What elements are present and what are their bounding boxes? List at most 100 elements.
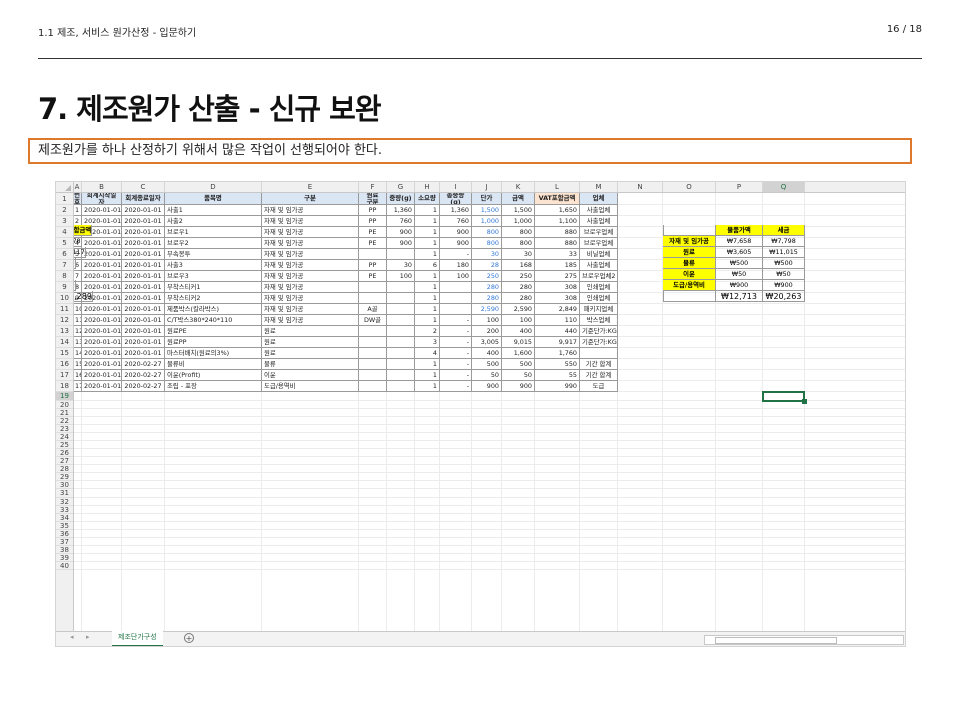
row-header-36[interactable]: 36 (56, 530, 73, 538)
table-cell[interactable]: 50 (502, 370, 535, 381)
summary-header-cell[interactable]: 물품가액 (716, 225, 763, 236)
row-header-7[interactable]: 7 (56, 260, 73, 271)
summary-total-cell[interactable]: ₩20,263 (763, 291, 805, 302)
table-cell[interactable]: 2020-01-01 (122, 238, 165, 249)
column-header-G[interactable]: G (387, 182, 415, 192)
table-cell[interactable]: 4 (415, 348, 440, 359)
table-cell[interactable] (359, 249, 387, 260)
table-cell[interactable]: 400 (472, 348, 502, 359)
table-cell[interactable]: 13 (73, 337, 82, 348)
row-header-13[interactable]: 13 (56, 326, 73, 337)
table-cell[interactable]: 900 (472, 381, 502, 392)
table-cell[interactable]: 9,917 (535, 337, 580, 348)
table-cell[interactable]: 사출3 (165, 260, 262, 271)
table-cell[interactable]: 800 (502, 238, 535, 249)
table-cell[interactable]: 1 (73, 205, 82, 216)
table-cell[interactable]: 자재 및 임가공 (262, 227, 359, 238)
column-header-M[interactable]: M (580, 182, 618, 192)
table-cell[interactable]: 2020-01-01 (122, 227, 165, 238)
row-header-18[interactable]: 18 (56, 381, 73, 392)
table-cell[interactable]: 1,000 (472, 216, 502, 227)
row-header-2[interactable]: 2 (56, 205, 73, 216)
table-cell[interactable]: 브로우업체2 (580, 271, 618, 282)
row-header-35[interactable]: 35 (56, 522, 73, 530)
table-cell[interactable]: 1 (415, 293, 440, 304)
table-cell[interactable]: 자재 및 임가공 (262, 216, 359, 227)
row-header-24[interactable]: 24 (56, 433, 73, 441)
table-cell[interactable]: 2020-01-01 (122, 216, 165, 227)
table-cell[interactable]: 2020-01-01 (122, 326, 165, 337)
table-cell[interactable]: 1 (415, 216, 440, 227)
table-cell[interactable]: 2020-01-01 (82, 337, 122, 348)
table-cell[interactable]: 자재 및 임가공 (262, 238, 359, 249)
row-header-9[interactable]: 9 (56, 282, 73, 293)
table-cell[interactable]: 1 (415, 205, 440, 216)
table-cell[interactable]: 이윤(Profit) (165, 370, 262, 381)
table-cell[interactable]: 440 (535, 326, 580, 337)
column-header-N[interactable]: N (618, 182, 663, 192)
table-header-cell[interactable]: 원료 구분 (359, 193, 387, 205)
row-header-1[interactable]: 1 (56, 193, 73, 205)
column-header-E[interactable]: E (262, 182, 359, 192)
table-cell[interactable] (359, 293, 387, 304)
row-header-20[interactable]: 20 (56, 401, 73, 409)
row-header-30[interactable]: 30 (56, 481, 73, 489)
row-header-40[interactable]: 40 (56, 562, 73, 570)
table-cell[interactable]: PP (359, 260, 387, 271)
table-cell[interactable]: 28 (472, 260, 502, 271)
table-cell[interactable]: 2020-01-01 (82, 370, 122, 381)
table-cell[interactable]: 자재 및 임가공 (262, 205, 359, 216)
table-cell[interactable]: 2 (415, 326, 440, 337)
table-cell[interactable]: 브로우2 (165, 238, 262, 249)
table-cell[interactable]: 자재 및 임가공 (262, 282, 359, 293)
table-cell[interactable]: 인쇄업체 (580, 293, 618, 304)
table-cell[interactable]: PE (359, 227, 387, 238)
table-cell[interactable]: PE (359, 271, 387, 282)
table-header-cell[interactable]: 금액 (502, 193, 535, 205)
table-cell[interactable]: 2020-01-01 (122, 337, 165, 348)
table-cell[interactable]: 275 (535, 271, 580, 282)
column-header-P[interactable]: P (716, 182, 763, 192)
table-cell[interactable]: 1 (415, 227, 440, 238)
table-cell[interactable]: 2020-01-01 (122, 205, 165, 216)
table-cell[interactable]: 2020-01-01 (82, 260, 122, 271)
row-header-23[interactable]: 23 (56, 425, 73, 433)
table-cell[interactable]: 100 (502, 315, 535, 326)
table-cell[interactable]: 180 (440, 260, 472, 271)
row-header-29[interactable]: 29 (56, 473, 73, 481)
table-cell[interactable]: 2020-01-01 (122, 348, 165, 359)
table-cell[interactable]: 900 (387, 227, 415, 238)
table-cell[interactable]: 30 (387, 260, 415, 271)
summary-value-cell[interactable]: ₩500 (763, 258, 805, 269)
row-header-28[interactable]: 28 (56, 465, 73, 473)
row-header-8[interactable]: 8 (56, 271, 73, 282)
table-cell[interactable]: 1 (415, 271, 440, 282)
row-header-12[interactable]: 12 (56, 315, 73, 326)
horizontal-scrollbar[interactable] (704, 635, 904, 645)
row-header-15[interactable]: 15 (56, 348, 73, 359)
table-cell[interactable]: 100 (440, 271, 472, 282)
table-header-cell[interactable]: 회계종료일자 (122, 193, 165, 205)
table-cell[interactable]: 2020-01-01 (82, 326, 122, 337)
table-cell[interactable]: 원료 (262, 348, 359, 359)
table-cell[interactable]: 부착스티커2 (165, 293, 262, 304)
table-cell[interactable]: - (440, 315, 472, 326)
table-cell[interactable]: 2020-01-01 (122, 315, 165, 326)
table-cell[interactable]: 2020-01-01 (82, 381, 122, 392)
table-cell[interactable]: 자재 및 임가공 (262, 271, 359, 282)
table-cell[interactable]: 10 (73, 304, 82, 315)
table-cell[interactable]: 자재 및 임가공 (262, 304, 359, 315)
table-cell[interactable]: 2020-01-01 (82, 359, 122, 370)
summary-row-label[interactable]: 자재 및 임가공 (663, 236, 716, 247)
table-cell[interactable]: 자재 및 임가공 (262, 260, 359, 271)
row-header-4[interactable]: 4 (56, 227, 73, 238)
table-cell[interactable]: 브로우업체 (580, 238, 618, 249)
table-cell[interactable] (387, 359, 415, 370)
table-cell[interactable]: 1 (415, 381, 440, 392)
scrollbar-thumb[interactable] (715, 637, 837, 644)
table-cell[interactable] (359, 326, 387, 337)
table-cell[interactable] (387, 337, 415, 348)
table-cell[interactable]: 2020-01-01 (82, 238, 122, 249)
table-cell[interactable] (359, 282, 387, 293)
table-cell[interactable]: 990 (535, 381, 580, 392)
